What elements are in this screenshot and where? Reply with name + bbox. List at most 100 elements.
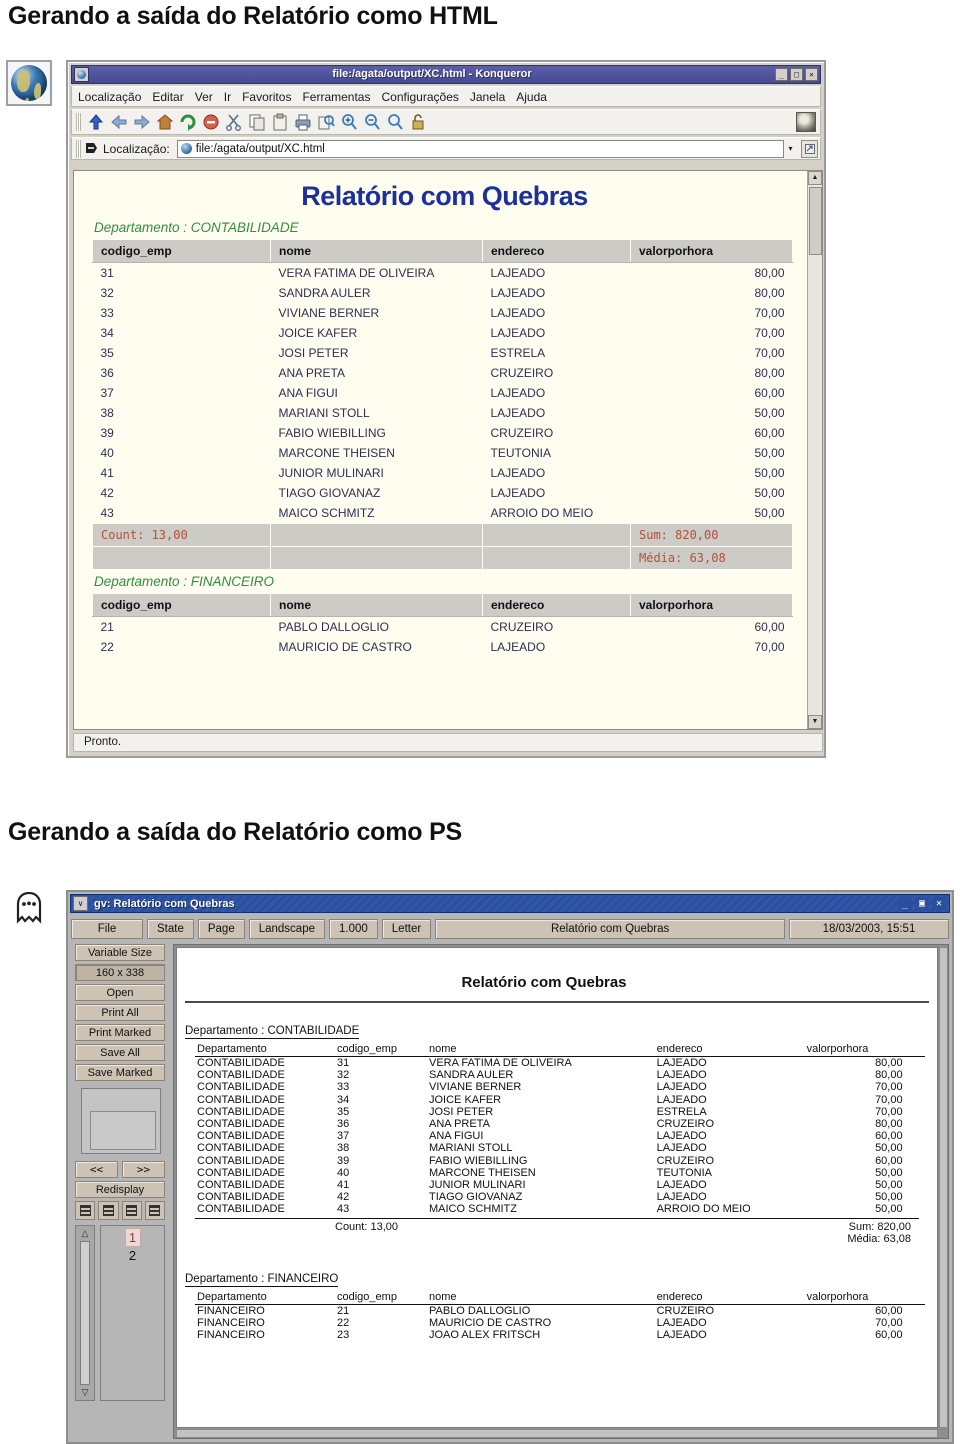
scale-menu-button[interactable]: 1.000	[329, 919, 378, 939]
cell-codigo-emp: 34	[92, 323, 271, 343]
postscript-page: Relatório com Quebras Departamento : CON…	[176, 947, 938, 1428]
cell-endereco: LAJEADO	[482, 262, 631, 283]
scroll-up-button[interactable]: ▲	[808, 171, 822, 185]
page-vertical-scrollbar[interactable]	[939, 947, 948, 1428]
page-horizontal-scrollbar[interactable]	[176, 1429, 938, 1438]
size-display[interactable]: 160 x 338	[75, 964, 165, 981]
save-marked-button[interactable]: Save Marked	[75, 1064, 165, 1081]
window-menu-icon[interactable]: ∨	[73, 896, 88, 911]
cell-endereco: LAJEADO	[482, 637, 631, 657]
table-row: 36 ANA PRETA CRUZEIRO 80,00	[92, 363, 793, 383]
report-table-contabilidade: codigo_emp nome endereco valorporhora 31…	[92, 239, 793, 570]
content-vertical-scrollbar[interactable]: ▲ ▼	[807, 171, 822, 729]
cell-endereco: LAJEADO	[482, 323, 631, 343]
previous-page-button[interactable]: <<	[75, 1161, 118, 1178]
next-page-button[interactable]: >>	[122, 1161, 165, 1178]
page-list[interactable]: 1 2	[100, 1225, 165, 1401]
window-menu-icon[interactable]	[74, 67, 89, 82]
location-dropdown-icon[interactable]: ▾	[784, 140, 797, 158]
forward-arrow-icon[interactable]	[131, 111, 153, 133]
copy-icon[interactable]	[246, 111, 268, 133]
papersize-menu-button[interactable]: Letter	[381, 919, 432, 939]
konqueror-titlebar[interactable]: file:/agata/output/XC.html - Konqueror _…	[71, 65, 821, 84]
file-menu-button[interactable]: File	[71, 919, 143, 939]
back-arrow-icon[interactable]	[108, 111, 130, 133]
page-list-item-1[interactable]: 1	[124, 1228, 141, 1247]
orientation-menu-button[interactable]: Landscape	[248, 919, 325, 939]
page-list-scrollbar[interactable]: △ ▽	[75, 1225, 95, 1401]
cell-departamento: CONTABILIDADE	[197, 1093, 285, 1106]
scroll-down-button[interactable]: ▽	[82, 1387, 89, 1398]
cell-codigo-emp: 41	[337, 1179, 350, 1192]
cell-nome: MAICO SCHMITZ	[429, 1203, 517, 1216]
find-icon[interactable]	[315, 111, 337, 133]
menu-item-janela[interactable]: Janela	[470, 90, 505, 104]
redisplay-button[interactable]: Redisplay	[75, 1181, 165, 1198]
close-button[interactable]: ✕	[932, 896, 946, 911]
minimize-button[interactable]: _	[775, 68, 788, 81]
cell-codigo-emp: 42	[337, 1191, 350, 1204]
toolbar-grip[interactable]	[76, 113, 81, 131]
maximize-button[interactable]: □	[790, 68, 803, 81]
cell-endereco: LAJEADO	[656, 1142, 707, 1155]
lock-icon[interactable]	[407, 111, 429, 133]
print-marked-button[interactable]: Print Marked	[75, 1024, 165, 1041]
orientation-landscape-icon[interactable]	[98, 1201, 119, 1220]
menu-item-ferramentas[interactable]: Ferramentas	[302, 90, 370, 104]
scrollbar-thumb[interactable]	[80, 1241, 90, 1385]
page-menu-button[interactable]: Page	[197, 919, 245, 939]
menu-item-ir[interactable]: Ir	[224, 90, 231, 104]
zoom-reset-icon[interactable]	[384, 111, 406, 133]
cell-nome: ANA FIGUI	[429, 1130, 484, 1143]
orientation-portrait-icon[interactable]	[75, 1201, 96, 1220]
paste-icon[interactable]	[269, 111, 291, 133]
cell-nome: MARIANI STOLL	[270, 403, 483, 423]
home-icon[interactable]	[154, 111, 176, 133]
cut-scissors-icon[interactable]	[223, 111, 245, 133]
print-icon[interactable]	[292, 111, 314, 133]
column-header-nome: nome	[270, 593, 483, 617]
table-row: CONTABILIDADE 32 SANDRA AULER LAJEADO 80,00	[195, 1069, 925, 1081]
cell-codigo-emp: 32	[92, 283, 271, 303]
locationbar-grip[interactable]	[76, 139, 81, 158]
menu-item-ver[interactable]: Ver	[195, 90, 213, 104]
menu-item-localizacao[interactable]: Localização	[78, 90, 141, 104]
save-all-button[interactable]: Save All	[75, 1044, 165, 1061]
summary-row-media: Média: 63,08	[92, 546, 793, 570]
up-arrow-icon[interactable]	[85, 111, 107, 133]
cell-endereco: LAJEADO	[656, 1191, 707, 1204]
zoom-in-icon[interactable]	[338, 111, 360, 133]
ps-summary-rule	[195, 1217, 919, 1219]
maximize-button[interactable]: ▣	[915, 896, 929, 911]
variable-size-button[interactable]: Variable Size	[75, 944, 165, 961]
menu-item-configuracoes[interactable]: Configurações	[381, 90, 458, 104]
scroll-down-button[interactable]: ▼	[808, 715, 822, 729]
open-button[interactable]: Open	[75, 984, 165, 1001]
zoom-out-icon[interactable]	[361, 111, 383, 133]
gv-titlebar[interactable]: ∨ gv: Relatório com Quebras _ ▣ ✕	[70, 894, 950, 913]
minimize-button[interactable]: _	[898, 896, 912, 911]
scrollbar-thumb[interactable]	[809, 187, 822, 255]
close-button[interactable]: ✕	[805, 68, 818, 81]
print-all-button[interactable]: Print All	[75, 1004, 165, 1021]
summary-count: Count: 13,00	[92, 523, 271, 547]
menu-item-favoritos[interactable]: Favoritos	[242, 90, 291, 104]
cell-codigo-emp: 35	[92, 343, 271, 363]
report-title: Relatório com Quebras	[301, 181, 588, 211]
page-thumbnail-preview[interactable]	[81, 1088, 161, 1154]
cell-nome: JUNIOR MULINARI	[270, 463, 483, 483]
orientation-seascape-icon[interactable]	[144, 1201, 165, 1220]
menu-item-editar[interactable]: Editar	[152, 90, 183, 104]
clear-location-icon[interactable]	[84, 141, 99, 156]
page-list-item-2[interactable]: 2	[101, 1247, 164, 1264]
orientation-upsidedown-icon[interactable]	[121, 1201, 142, 1220]
reload-icon[interactable]	[177, 111, 199, 133]
location-input[interactable]: file:/agata/output/XC.html	[176, 139, 784, 158]
state-menu-button[interactable]: State	[147, 919, 194, 939]
cell-valorporhora: 70,00	[630, 303, 793, 323]
menu-item-ajuda[interactable]: Ajuda	[516, 90, 547, 104]
cell-valorporhora: 50,00	[875, 1166, 903, 1179]
scroll-up-button[interactable]: △	[82, 1228, 89, 1239]
location-go-button[interactable]	[801, 139, 818, 158]
stop-icon[interactable]	[200, 111, 222, 133]
